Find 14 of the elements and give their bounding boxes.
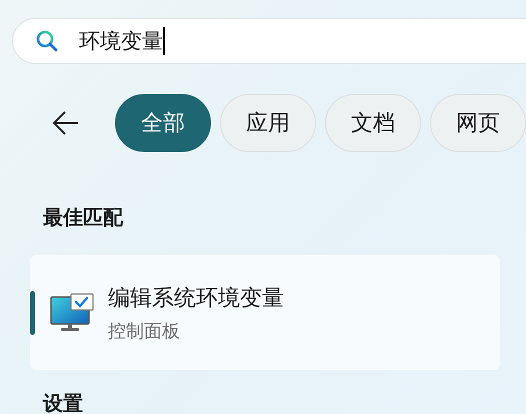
- filter-tab[interactable]: 文档: [325, 94, 421, 152]
- monitor-icon: [50, 292, 94, 332]
- search-field[interactable]: 环境变量: [12, 18, 526, 64]
- filter-tab[interactable]: 网页: [430, 94, 526, 152]
- section-heading: 最佳匹配: [43, 204, 124, 231]
- section-heading: 设置: [43, 390, 84, 414]
- filter-tab[interactable]: 全部: [115, 94, 211, 152]
- text-cursor: [163, 27, 164, 55]
- filter-tab[interactable]: 应用: [220, 94, 316, 152]
- selection-indicator: [30, 291, 35, 335]
- search-icon: [35, 29, 59, 53]
- result-card[interactable]: 编辑系统环境变量 控制面板: [30, 255, 500, 370]
- result-subtitle: 控制面板: [108, 320, 181, 342]
- result-title: 编辑系统环境变量: [108, 284, 284, 312]
